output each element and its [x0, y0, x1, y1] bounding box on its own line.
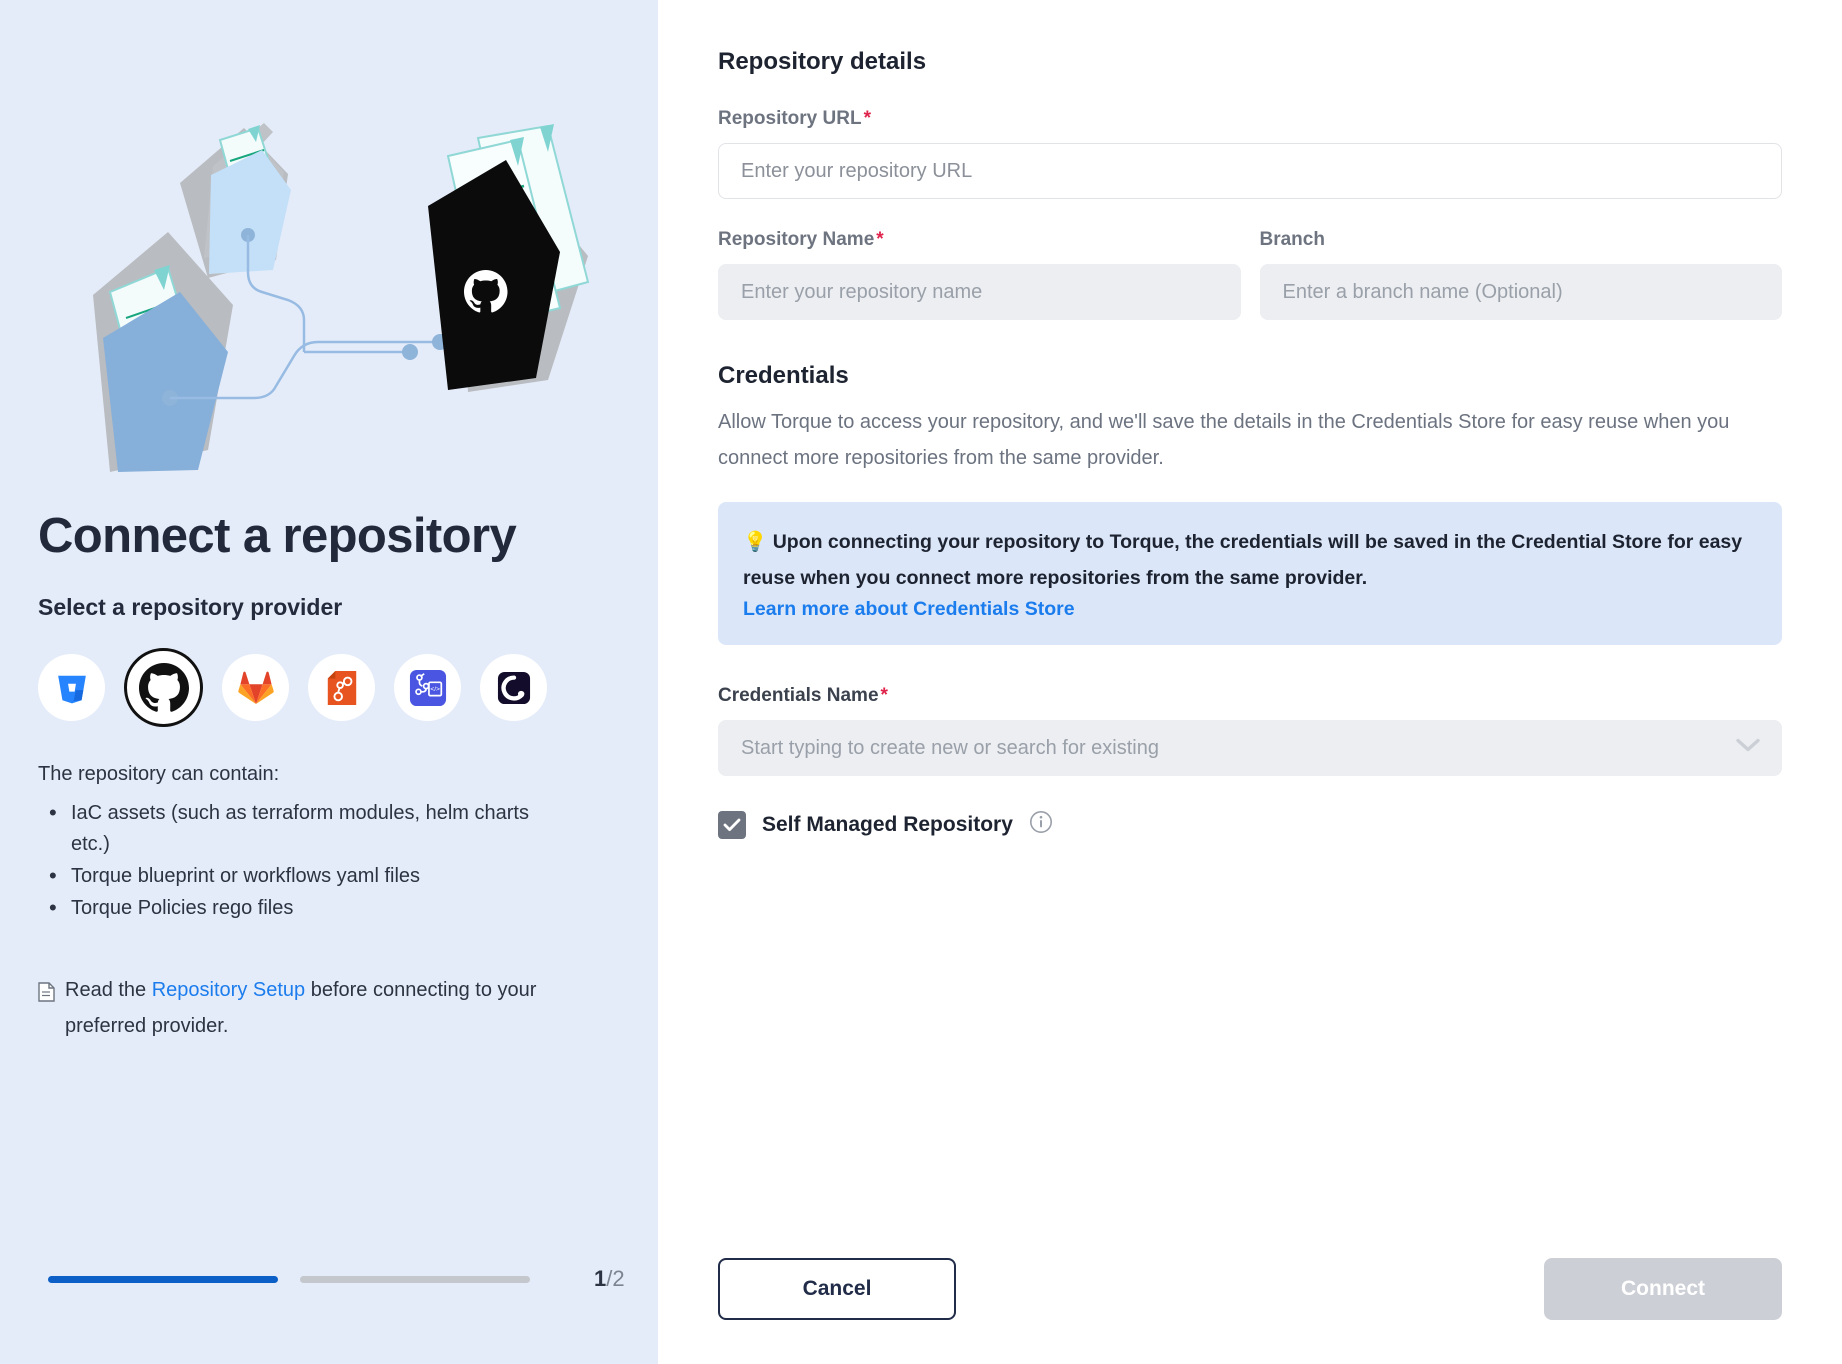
credentials-store-callout: 💡 Upon connecting your repository to Tor… — [718, 502, 1782, 645]
small-folder — [180, 123, 291, 278]
credentials-name-label-text: Credentials Name — [718, 685, 879, 706]
repository-connection-illustration — [48, 20, 608, 490]
provider-option-bitbucket[interactable] — [38, 654, 105, 721]
quali-icon — [497, 671, 530, 704]
repository-contents-list: IaC assets (such as terraform modules, h… — [38, 797, 620, 924]
branch-label: Branch — [1260, 229, 1783, 251]
repository-url-label-text: Repository URL — [718, 108, 862, 129]
github-folder — [428, 124, 590, 392]
github-icon — [138, 662, 189, 712]
credentials-name-label: Credentials Name * — [718, 685, 1782, 707]
self-managed-repository-label: Self Managed Repository — [762, 812, 1013, 836]
repository-name-label: Repository Name * — [718, 229, 1241, 251]
repository-setup-link[interactable]: Repository Setup — [152, 979, 305, 1001]
repository-setup-note: Read the Repository Setup before connect… — [38, 972, 578, 1044]
callout-text: 💡 Upon connecting your repository to Tor… — [743, 524, 1757, 596]
step-counter: 1/2 — [594, 1266, 625, 1292]
info-icon[interactable] — [1029, 810, 1053, 839]
credentials-description: Allow Torque to access your repository, … — [718, 411, 1730, 469]
repository-url-input[interactable] — [718, 143, 1782, 199]
credentials-name-field: Credentials Name * — [718, 685, 1782, 776]
list-item: Torque blueprint or workflows yaml files — [49, 860, 571, 892]
repository-contents-label: The repository can contain: — [38, 763, 280, 785]
connect-repository-wizard: Connect a repository Select a repository… — [0, 0, 1842, 1364]
section-title-credentials: Credentials — [718, 362, 849, 389]
repository-name-label-text: Repository Name — [718, 229, 875, 250]
self-managed-repository-checkbox[interactable] — [718, 810, 746, 839]
provider-option-codecommit[interactable] — [308, 654, 375, 721]
bitbucket-icon — [57, 675, 86, 703]
step-total: /2 — [606, 1266, 625, 1291]
provider-option-azure-devops[interactable]: </> — [394, 654, 461, 721]
svg-text:</>: </> — [430, 686, 440, 693]
repository-details-form: Repository details Repository URL* Repos… — [658, 0, 1842, 1364]
repository-name-input[interactable] — [718, 264, 1241, 320]
name-branch-row: Repository Name* Branch — [718, 229, 1782, 320]
required-asterisk: * — [863, 108, 871, 129]
gitlab-icon — [237, 671, 274, 704]
left-info-panel: Connect a repository Select a repository… — [0, 0, 658, 1364]
branch-field: Branch — [1259, 229, 1783, 320]
required-asterisk: * — [876, 229, 884, 250]
provider-option-gitlab[interactable] — [222, 654, 289, 721]
form-footer: Cancel Connect — [718, 1258, 1782, 1320]
step-current: 1 — [594, 1266, 607, 1291]
provider-selector: </> — [38, 648, 620, 727]
progress-step-2-todo — [300, 1275, 530, 1283]
provider-option-github[interactable] — [124, 648, 203, 727]
provider-option-quali[interactable] — [480, 654, 547, 721]
list-item: Torque Policies rego files — [49, 892, 571, 924]
wizard-progress: 1/2 — [48, 1266, 625, 1292]
document-icon — [38, 978, 55, 1044]
repository-name-field: Repository Name * — [718, 229, 1241, 320]
lightbulb-icon: 💡 — [743, 531, 768, 553]
branch-input[interactable] — [1259, 264, 1782, 320]
repository-url-label: Repository URL * — [718, 108, 1782, 130]
read-note-before: Read the — [65, 979, 152, 1001]
callout-body: Upon connecting your repository to Torqu… — [743, 531, 1743, 589]
azure-devops-icon: </> — [409, 669, 446, 706]
list-item: IaC assets (such as terraform modules, h… — [49, 797, 571, 860]
codecommit-icon — [327, 670, 356, 705]
cancel-button[interactable]: Cancel — [718, 1258, 956, 1320]
self-managed-repository-row: Self Managed Repository — [718, 810, 1782, 839]
credentials-name-input[interactable] — [718, 720, 1782, 776]
credentials-name-select-wrap — [718, 720, 1782, 776]
required-asterisk: * — [880, 685, 888, 706]
progress-step-1-done — [48, 1275, 278, 1283]
credentials-store-link[interactable]: Learn more about Credentials Store — [743, 598, 1075, 621]
section-title-repository-details: Repository details — [718, 48, 927, 75]
connector-dot-1 — [402, 344, 418, 360]
connect-button[interactable]: Connect — [1544, 1258, 1782, 1320]
provider-section-label: Select a repository provider — [38, 594, 343, 620]
page-title: Connect a repository — [38, 509, 517, 563]
branch-label-text: Branch — [1259, 229, 1325, 250]
